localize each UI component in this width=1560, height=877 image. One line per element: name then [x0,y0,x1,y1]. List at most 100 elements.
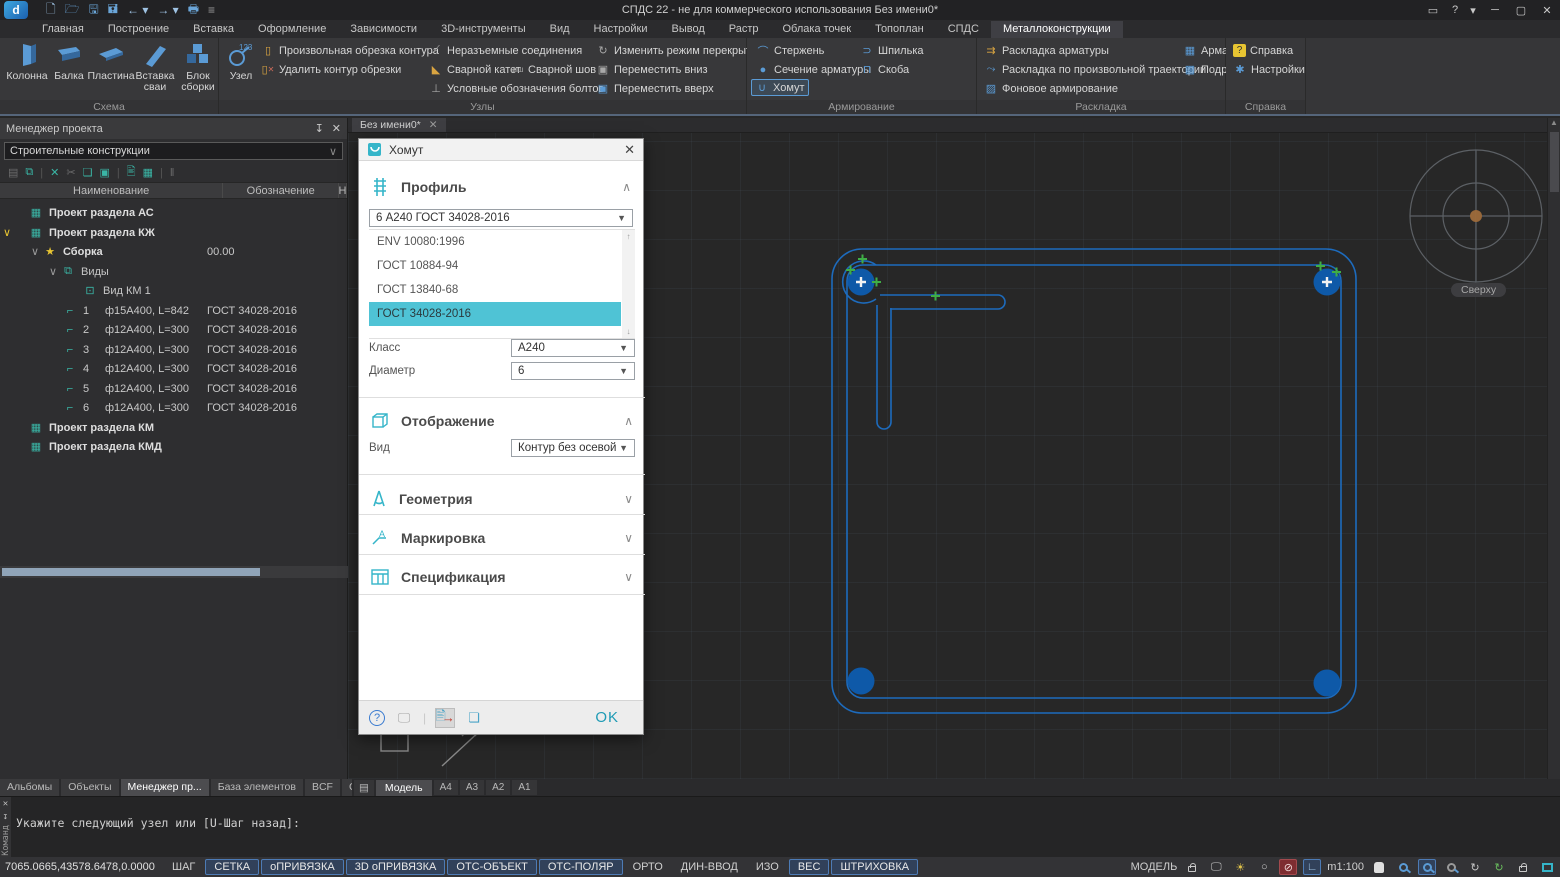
layout-tab-a2[interactable]: A2 [486,780,510,795]
print-icon[interactable]: 🖶 [188,0,199,21]
diameter-combobox[interactable]: 6▼ [511,362,635,380]
tree-row-vidy[interactable]: ∨ ⧉ Виды [0,262,347,281]
ribbon-btn-plastina[interactable]: Пластина [90,40,132,100]
section-markirovka[interactable]: A Маркировка ∨ [359,518,645,558]
tab-vid[interactable]: Вид [538,21,582,38]
tab-oblaka-tochek[interactable]: Облака точек [771,21,864,38]
tab-oformlenie[interactable]: Оформление [246,21,338,38]
pin-cmd-icon[interactable]: ↧ [3,812,8,822]
scroll-down-icon[interactable]: ↓ [622,327,635,336]
toggle-oprivyazka[interactable]: оПРИВЯЗКА [261,859,344,875]
list-item[interactable]: ГОСТ 10884-94 [369,254,635,278]
fullscreen-icon[interactable] [1538,859,1556,875]
table-doc-icon[interactable]: ▦ [143,166,153,179]
ribbon-btn-svarnoy-shov[interactable]: шшСварной шов [507,61,599,78]
command-line-panel[interactable]: ✕ ↧ Команд Укажите следующий узел или [U… [0,796,1560,857]
canvas-vscrollbar[interactable]: ▲ [1547,118,1560,779]
annotation-scale[interactable]: m1:100 [1327,861,1364,873]
tab-zavisimosti[interactable]: Зависимости [338,21,429,38]
layout-tab-a4[interactable]: A4 [434,780,458,795]
chevron-down-icon[interactable]: ∨ [624,531,633,545]
tab-glavnaya[interactable]: Главная [30,21,96,38]
save-all-icon[interactable]: 🖬 [108,0,118,21]
tree-row-proekt-km[interactable]: ▦ Проект раздела КМ [0,418,347,437]
toggle-setka[interactable]: СЕТКА [205,859,259,875]
compass-view-label[interactable]: Сверху [1451,283,1506,297]
expander-icon[interactable]: ∨ [0,226,14,239]
ribbon-btn-shpilka[interactable]: ⊃Шпилька [857,42,927,59]
ribbon-btn-peremestit-vverh[interactable]: ▣Переместить вверх [593,80,717,97]
annotation-visibility-icon[interactable]: ⊘ [1279,859,1297,875]
ok-button[interactable]: OK [595,709,619,726]
toggle-3d-oprivyazka[interactable]: 3D оПРИВЯЗКА [346,859,446,875]
zoom-window-icon[interactable] [1418,859,1436,875]
sheet-set-icon[interactable]: ▤ [354,780,374,796]
minimize-button[interactable]: ─ [1482,0,1508,20]
list-item[interactable]: ГОСТ 13840-68 [369,278,635,302]
column-designation[interactable]: Обозначение [223,183,339,198]
layout-tab-a3[interactable]: A3 [460,780,484,795]
close-panel-icon[interactable]: ✕ [332,122,341,135]
chevron-up-icon[interactable]: ∧ [624,414,633,428]
toggle-orto[interactable]: ОРТО [625,859,671,875]
tree-row-proekt-as[interactable]: ▦ Проект раздела АС [0,203,347,222]
bulb-icon[interactable]: ○ [1255,859,1273,875]
maximize-button[interactable]: ▢ [1508,0,1534,20]
ribbon-btn-udalit-kontur[interactable]: ▯✕Удалить контур обрезки [258,61,404,78]
ui-lock-icon[interactable] [1514,859,1532,875]
redo-icon[interactable]: → ▾ [157,3,178,17]
tab-metallokonstruktsii[interactable]: Металлоконструкции [991,21,1123,38]
zoom-icon[interactable] [1394,859,1412,875]
new-file-icon[interactable]: 🗋 [46,0,56,21]
help-button[interactable]: ? [1446,0,1464,20]
ribbon-btn-rezhim-perekrytiya[interactable]: ↻Изменить режим перекрытия [593,42,766,59]
layout-tab-model[interactable]: Модель [376,780,432,796]
customize-qat-icon[interactable]: ≡ [208,3,215,17]
ribbon-btn-fonovoe-armirovanie[interactable]: ▨Фоновое армирование [981,80,1121,97]
ribbon-btn-skoba[interactable]: ⊓Скоба [857,61,912,78]
close-cmd-icon[interactable]: ✕ [3,799,8,809]
save-icon[interactable]: 🖫 [89,0,99,21]
project-type-combobox[interactable]: Строительные конструкции ∨ [4,142,343,160]
edit-doc-icon[interactable]: 🖹 [127,163,136,182]
toggle-shtrikhovka[interactable]: ШТРИХОВКА [831,859,918,875]
layout-tab-a1[interactable]: A1 [512,780,536,795]
chevron-up-icon[interactable]: ∧ [622,180,631,194]
ribbon-btn-khomut[interactable]: ∪Хомут [751,79,809,96]
dialog-copy-icon[interactable]: ❏ [464,708,484,728]
help-dropdown-icon[interactable]: ▾ [1464,0,1482,20]
expander-icon[interactable]: ∨ [46,265,60,278]
delete-icon[interactable]: ✕ [50,166,59,179]
ribbon-btn-balka[interactable]: Балка [48,40,90,100]
tree-row-rebar-4[interactable]: ⌐ 4 ф12А400, L=300 ГОСТ 34028-2016 [0,359,347,378]
ribbon-btn-blok-sborki[interactable]: Блок сборки [178,40,218,100]
vscroll-thumb[interactable] [1550,132,1559,192]
ribbon-btn-oboznacheniya-boltov[interactable]: ⊥Условные обозначения болтов [426,80,607,97]
list-item[interactable]: ENV 10080:1996 [369,230,635,254]
ribbon-btn-proizvolnaya-obrezka[interactable]: ▯Произвольная обрезка контура [258,42,442,59]
dialog-titlebar[interactable]: Хомут ✕ [359,139,643,161]
dialog-preview-settings-icon[interactable]: 🖵 [394,708,414,728]
section-profil[interactable]: Профиль ∧ [359,165,643,209]
column-extra[interactable]: Н [339,183,347,198]
toggle-izo[interactable]: ИЗО [748,859,787,875]
lock-icon[interactable] [1183,859,1201,875]
close-button[interactable]: ✕ [1534,0,1560,20]
undo-icon[interactable]: ← ▾ [127,3,148,17]
cursor-light-icon[interactable]: ☀ [1231,859,1249,875]
toggle-ots-obekt[interactable]: ОТС-ОБЪЕКТ [447,859,536,875]
tree-row-rebar-6[interactable]: ⌐ 6 ф12А400, L=300 ГОСТ 34028-2016 [0,398,347,417]
tree-row-proekt-kmd[interactable]: ▦ Проект раздела КМД [0,437,347,456]
dialog-export-icon[interactable]: 🖹→ [435,708,455,728]
dialog-close-icon[interactable]: ✕ [624,142,635,158]
panel-hscrollbar[interactable] [0,566,348,578]
tab-vstavka[interactable]: Вставка [181,21,246,38]
tree-row-rebar-3[interactable]: ⌐ 3 ф12А400, L=300 ГОСТ 34028-2016 [0,340,347,359]
display-switch-icon[interactable]: ▭ [1420,0,1446,20]
columns-icon[interactable]: ‖ [170,167,175,179]
regen-icon[interactable]: ↻ [1490,859,1508,875]
tree-row-proekt-kzh[interactable]: ∨ ▦ Проект раздела КЖ [0,223,347,242]
tab-vyvod[interactable]: Вывод [659,21,716,38]
pin-icon[interactable]: ↧ [315,122,324,135]
view-combobox[interactable]: Контур без осевой▼ [511,439,635,457]
